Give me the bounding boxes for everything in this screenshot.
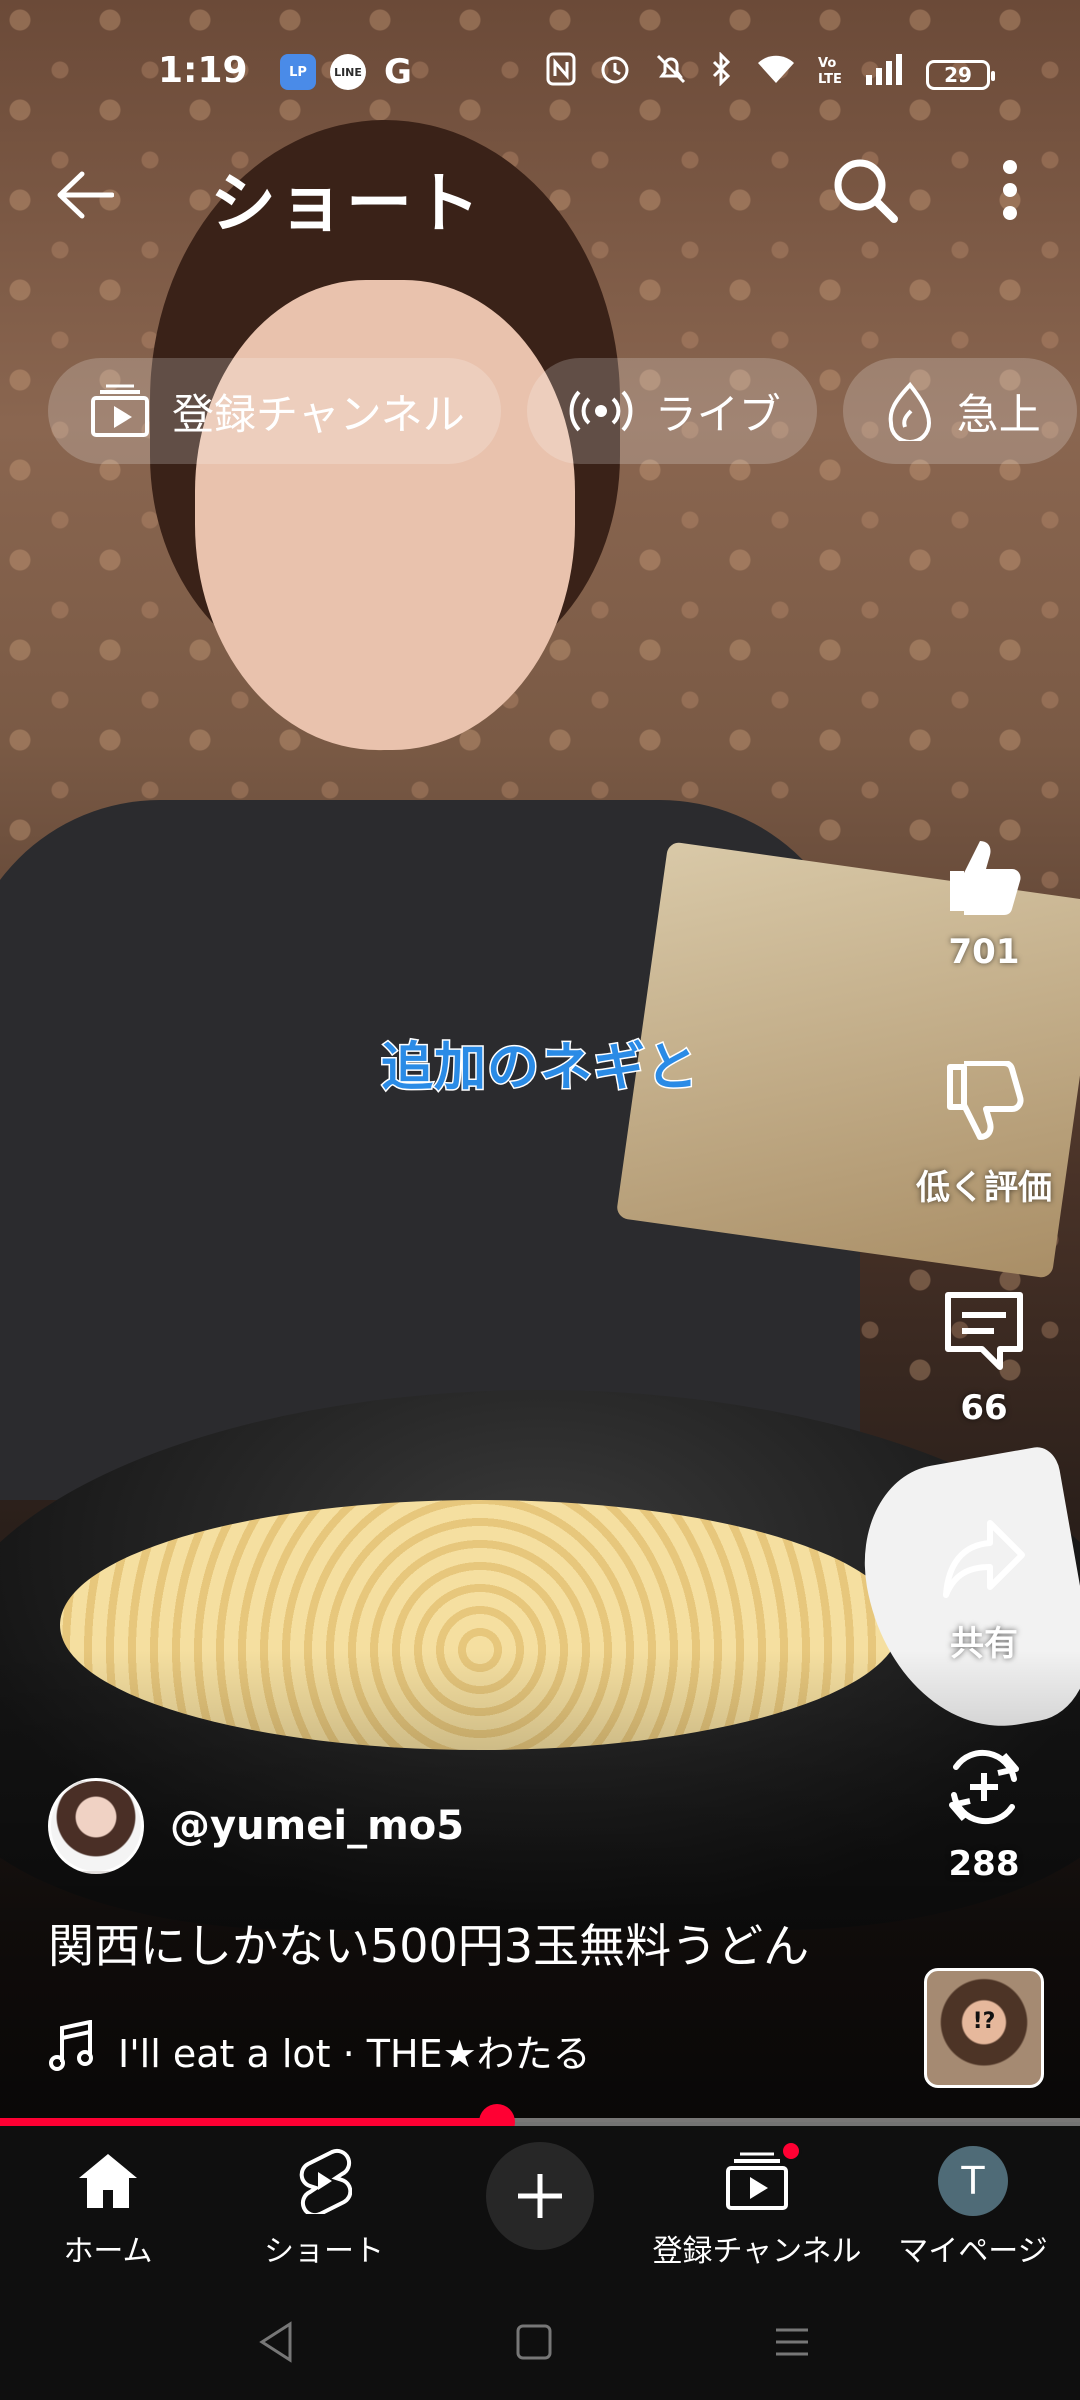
bluetooth-icon [710, 51, 734, 97]
comment-count: 66 [960, 1388, 1008, 1428]
nfc-icon [546, 52, 576, 97]
create-button[interactable] [486, 2142, 594, 2250]
google-app-icon: G [384, 52, 412, 92]
plus-icon [518, 2174, 562, 2218]
svg-text:Vo: Vo [818, 56, 836, 71]
lp-app-icon: LP [280, 54, 316, 90]
svg-text:LTE: LTE [818, 72, 842, 86]
chip-label: 登録チャンネル [172, 389, 465, 439]
page-title: ショート [210, 165, 482, 242]
comment-icon [939, 1286, 1029, 1376]
system-back-button[interactable] [246, 2312, 306, 2372]
more-options-button[interactable] [980, 155, 1040, 225]
menu-lines-icon [776, 2328, 808, 2356]
status-time: 1:19 [158, 50, 248, 91]
chip-label: ライブ [654, 389, 781, 439]
progress-fill [0, 2118, 497, 2126]
nav-subscriptions-label: 登録チャンネル [652, 2234, 862, 2269]
status-bar: 1:19 LP LINE G Vo LTE 29 [0, 0, 1080, 140]
line-app-icon: LINE [330, 54, 366, 90]
home-icon [75, 2144, 141, 2218]
trending-icon [885, 381, 935, 441]
nav-shorts-label: ショート [264, 2234, 384, 2269]
share-button[interactable]: 共有 [904, 1514, 1064, 1665]
back-button[interactable] [50, 160, 120, 230]
mute-icon [654, 52, 688, 97]
channel-info[interactable]: @yumei_mo5 [48, 1778, 464, 1874]
square-home-icon [516, 2324, 552, 2360]
notification-dot [780, 2140, 802, 2162]
filter-chips: 登録チャンネル ライブ 急上 [48, 358, 1077, 464]
dislike-label: 低く評価 [916, 1168, 1052, 1208]
status-app-icons: LP LINE G [280, 52, 416, 92]
remix-count: 288 [948, 1844, 1020, 1884]
user-avatar: T [938, 2146, 1008, 2216]
system-navigation-bar [0, 2280, 1080, 2400]
sound-thumbnail[interactable]: !? [924, 1968, 1044, 2088]
thumbs-up-icon [939, 830, 1029, 920]
alarm-icon [598, 52, 632, 97]
nav-mypage-label: マイページ [898, 2234, 1048, 2269]
search-icon [834, 159, 898, 223]
thumbnail-text: !? [972, 2009, 996, 2034]
triangle-back-icon [259, 2321, 292, 2363]
subscriptions-icon [90, 384, 150, 438]
channel-avatar[interactable] [48, 1778, 144, 1874]
like-button[interactable]: 701 [904, 830, 1064, 972]
shorts-icon [296, 2144, 352, 2218]
chip-live[interactable]: ライブ [526, 358, 817, 464]
chip-trending[interactable]: 急上 [842, 358, 1077, 464]
music-note-icon [48, 2019, 94, 2081]
video-progress-bar[interactable] [0, 2104, 1080, 2140]
signal-icon [864, 53, 904, 96]
remix-icon [939, 1742, 1029, 1832]
status-system-icons: Vo LTE 29 [546, 51, 995, 97]
user-avatar-icon: T [938, 2144, 1008, 2218]
live-icon [569, 389, 633, 433]
chip-label: 急上 [956, 389, 1041, 439]
music-link[interactable]: I'll eat a lot · THE★わたる [48, 2019, 591, 2081]
thumbs-down-icon [939, 1058, 1029, 1148]
system-home-button[interactable] [504, 2312, 564, 2372]
top-app-bar: ショート [0, 140, 1080, 242]
comments-button[interactable]: 66 [904, 1286, 1064, 1428]
channel-handle[interactable]: @yumei_mo5 [170, 1803, 464, 1849]
like-count: 701 [948, 932, 1020, 972]
battery-icon: 29 [926, 59, 995, 90]
nav-home-label: ホーム [63, 2234, 153, 2269]
nav-mypage[interactable]: T マイページ [873, 2144, 1073, 2270]
chip-subscriptions[interactable]: 登録チャンネル [48, 358, 501, 464]
nav-shorts[interactable]: ショート [224, 2144, 424, 2270]
bottom-navigation: ホーム ショート 登録チャンネル T マイページ [0, 2126, 1080, 2280]
share-icon [939, 1514, 1029, 1604]
remix-button[interactable]: 288 [904, 1742, 1064, 1884]
more-vert-icon [1003, 160, 1017, 174]
music-label: I'll eat a lot · THE★わたる [118, 2032, 591, 2076]
video-person-face [195, 280, 575, 750]
system-recents-button[interactable] [762, 2312, 822, 2372]
share-label: 共有 [950, 1624, 1018, 1664]
subscriptions-nav-icon [724, 2140, 802, 2218]
arrow-left-icon [57, 171, 114, 219]
dislike-button[interactable]: 低く評価 [904, 1058, 1064, 1209]
wifi-icon [756, 53, 796, 96]
nav-subscriptions[interactable]: 登録チャンネル [652, 2140, 862, 2270]
video-title[interactable]: 関西にしかない500円3玉無料うどん [48, 1910, 809, 1976]
nav-home[interactable]: ホーム [8, 2144, 208, 2270]
volte-icon: Vo LTE [818, 52, 842, 97]
search-button[interactable] [830, 155, 900, 225]
